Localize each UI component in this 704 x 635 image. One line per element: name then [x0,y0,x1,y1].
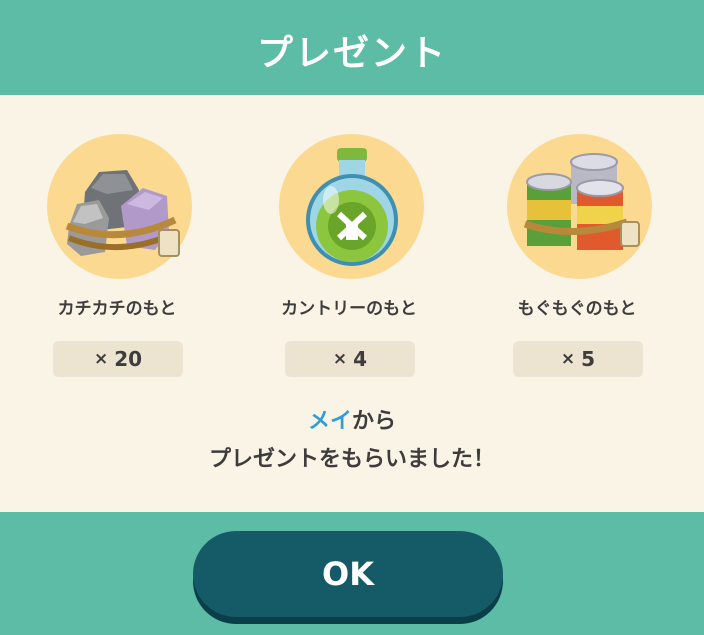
dialog-header: プレゼント [0,0,704,95]
quantity-badge: × 5 [513,341,643,377]
reward-item: カチカチのもと × 20 [7,127,227,387]
message-suffix: から [352,409,397,434]
item-name: カチカチのもと [57,299,177,319]
canned-food-bundle-icon [507,134,652,279]
quantity-value: 4 [353,347,368,371]
quantity-multiplier: × [560,349,576,369]
item-name: もぐもぐのもと [517,299,637,319]
message-line-1: メイから [0,403,704,441]
reward-item: カントリーのもと × 4 [239,127,459,387]
message-line-2: プレゼントをもらいました！ [208,447,495,472]
stone-bundle-icon [47,134,192,279]
sender-name: メイ [307,409,352,434]
quantity-multiplier: × [93,349,109,369]
item-name: カントリーのもと [281,299,417,319]
quantity-badge: × 4 [285,341,415,377]
ok-button[interactable]: OK [193,531,503,617]
present-message: メイから プレゼントをもらいました！ [0,403,704,479]
reward-item: もぐもぐのもと × 5 [467,127,687,387]
quantity-value: 20 [114,347,143,371]
quantity-badge: × 20 [53,341,183,377]
dialog-title: プレゼント [256,32,447,74]
quantity-multiplier: × [332,349,348,369]
green-potion-flask-icon [279,134,424,279]
quantity-value: 5 [581,347,596,371]
dialog-panel: カチカチのもと × 20 カントリーのもと × 4 もぐもぐのもと × 5 メイ… [0,95,704,512]
